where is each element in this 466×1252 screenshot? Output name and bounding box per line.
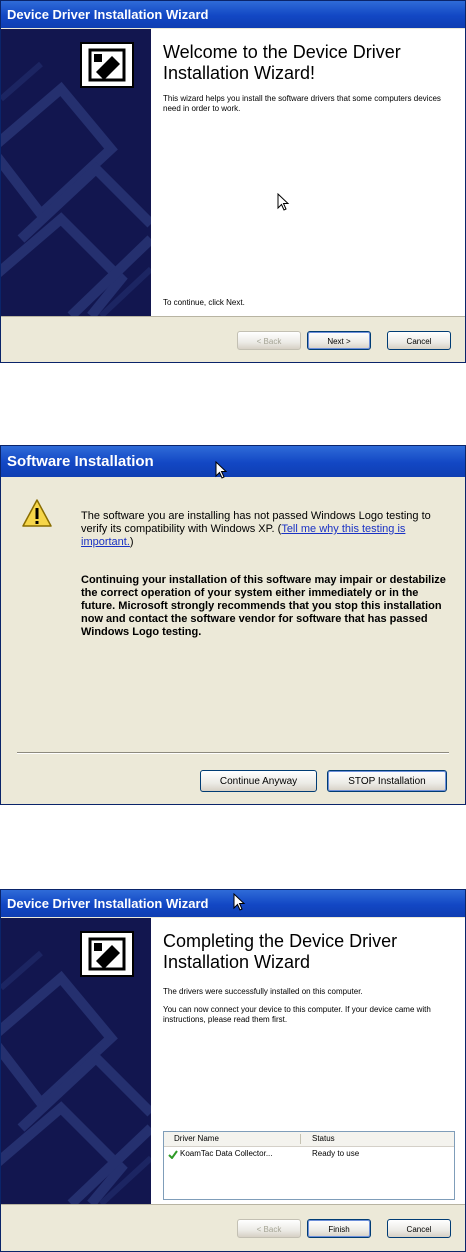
wizard-complete-window: Device Driver Installation Wizard Comple… [0,889,466,1252]
back-button[interactable]: < Back [237,331,301,350]
column-header-status[interactable]: Status [312,1132,335,1146]
finish-button[interactable]: Finish [307,1219,371,1238]
column-header-driver-name[interactable]: Driver Name [174,1132,219,1146]
column-divider [300,1134,301,1144]
mouse-cursor-icon [277,193,290,211]
page-title: Welcome to the Device Driver Installatio… [163,42,401,83]
wizard-content: Welcome to the Device Driver Installatio… [151,29,465,316]
warning-icon [22,499,52,527]
page-title: Completing the Device Driver Installatio… [163,931,398,972]
button-bar: < Back Finish Cancel [1,1204,465,1251]
continue-hint: To continue, click Next. [163,298,245,307]
back-button[interactable]: < Back [237,1219,301,1238]
list-item[interactable]: KoamTac Data Collector... Ready to use [164,1147,454,1161]
window-title[interactable]: Device Driver Installation Wizard [1,1,465,28]
wizard-sidebar-graphic [1,29,151,316]
instructions-text: You can now connect your device to this … [163,1005,431,1024]
button-bar: < Back Next > Cancel [1,316,465,362]
window-title[interactable]: Software Installation [1,446,465,477]
cancel-button[interactable]: Cancel [387,1219,451,1238]
list-header: Driver Name Status [164,1132,454,1147]
warning-text-end: ) [129,536,134,548]
warning-message: The software you are installing has not … [81,510,441,549]
continue-anyway-button[interactable]: Continue Anyway [200,770,317,792]
wizard-sidebar-graphic [1,918,151,1204]
intro-text: This wizard helps you install the softwa… [163,94,441,113]
device-icon [80,931,134,977]
separator [17,752,449,754]
driver-status: Ready to use [312,1149,360,1158]
cancel-button[interactable]: Cancel [387,331,451,350]
device-icon [80,42,134,88]
mouse-cursor-icon [233,893,246,911]
mouse-cursor-icon [215,461,228,479]
check-icon [168,1150,178,1159]
warning-bold-message: Continuing your installation of this sof… [81,574,446,638]
driver-list[interactable]: Driver Name Status KoamTac Data Collecto… [163,1131,455,1200]
wizard-welcome-window: Device Driver Installation Wizard Welcom… [0,0,466,363]
software-installation-dialog: Software Installation The software you a… [0,445,466,805]
wizard-content: Completing the Device Driver Installatio… [151,918,465,1204]
success-text: The drivers were successfully installed … [163,987,363,996]
next-button[interactable]: Next > [307,331,371,350]
stop-installation-button[interactable]: STOP Installation [327,770,447,792]
driver-name: KoamTac Data Collector... [180,1149,273,1158]
